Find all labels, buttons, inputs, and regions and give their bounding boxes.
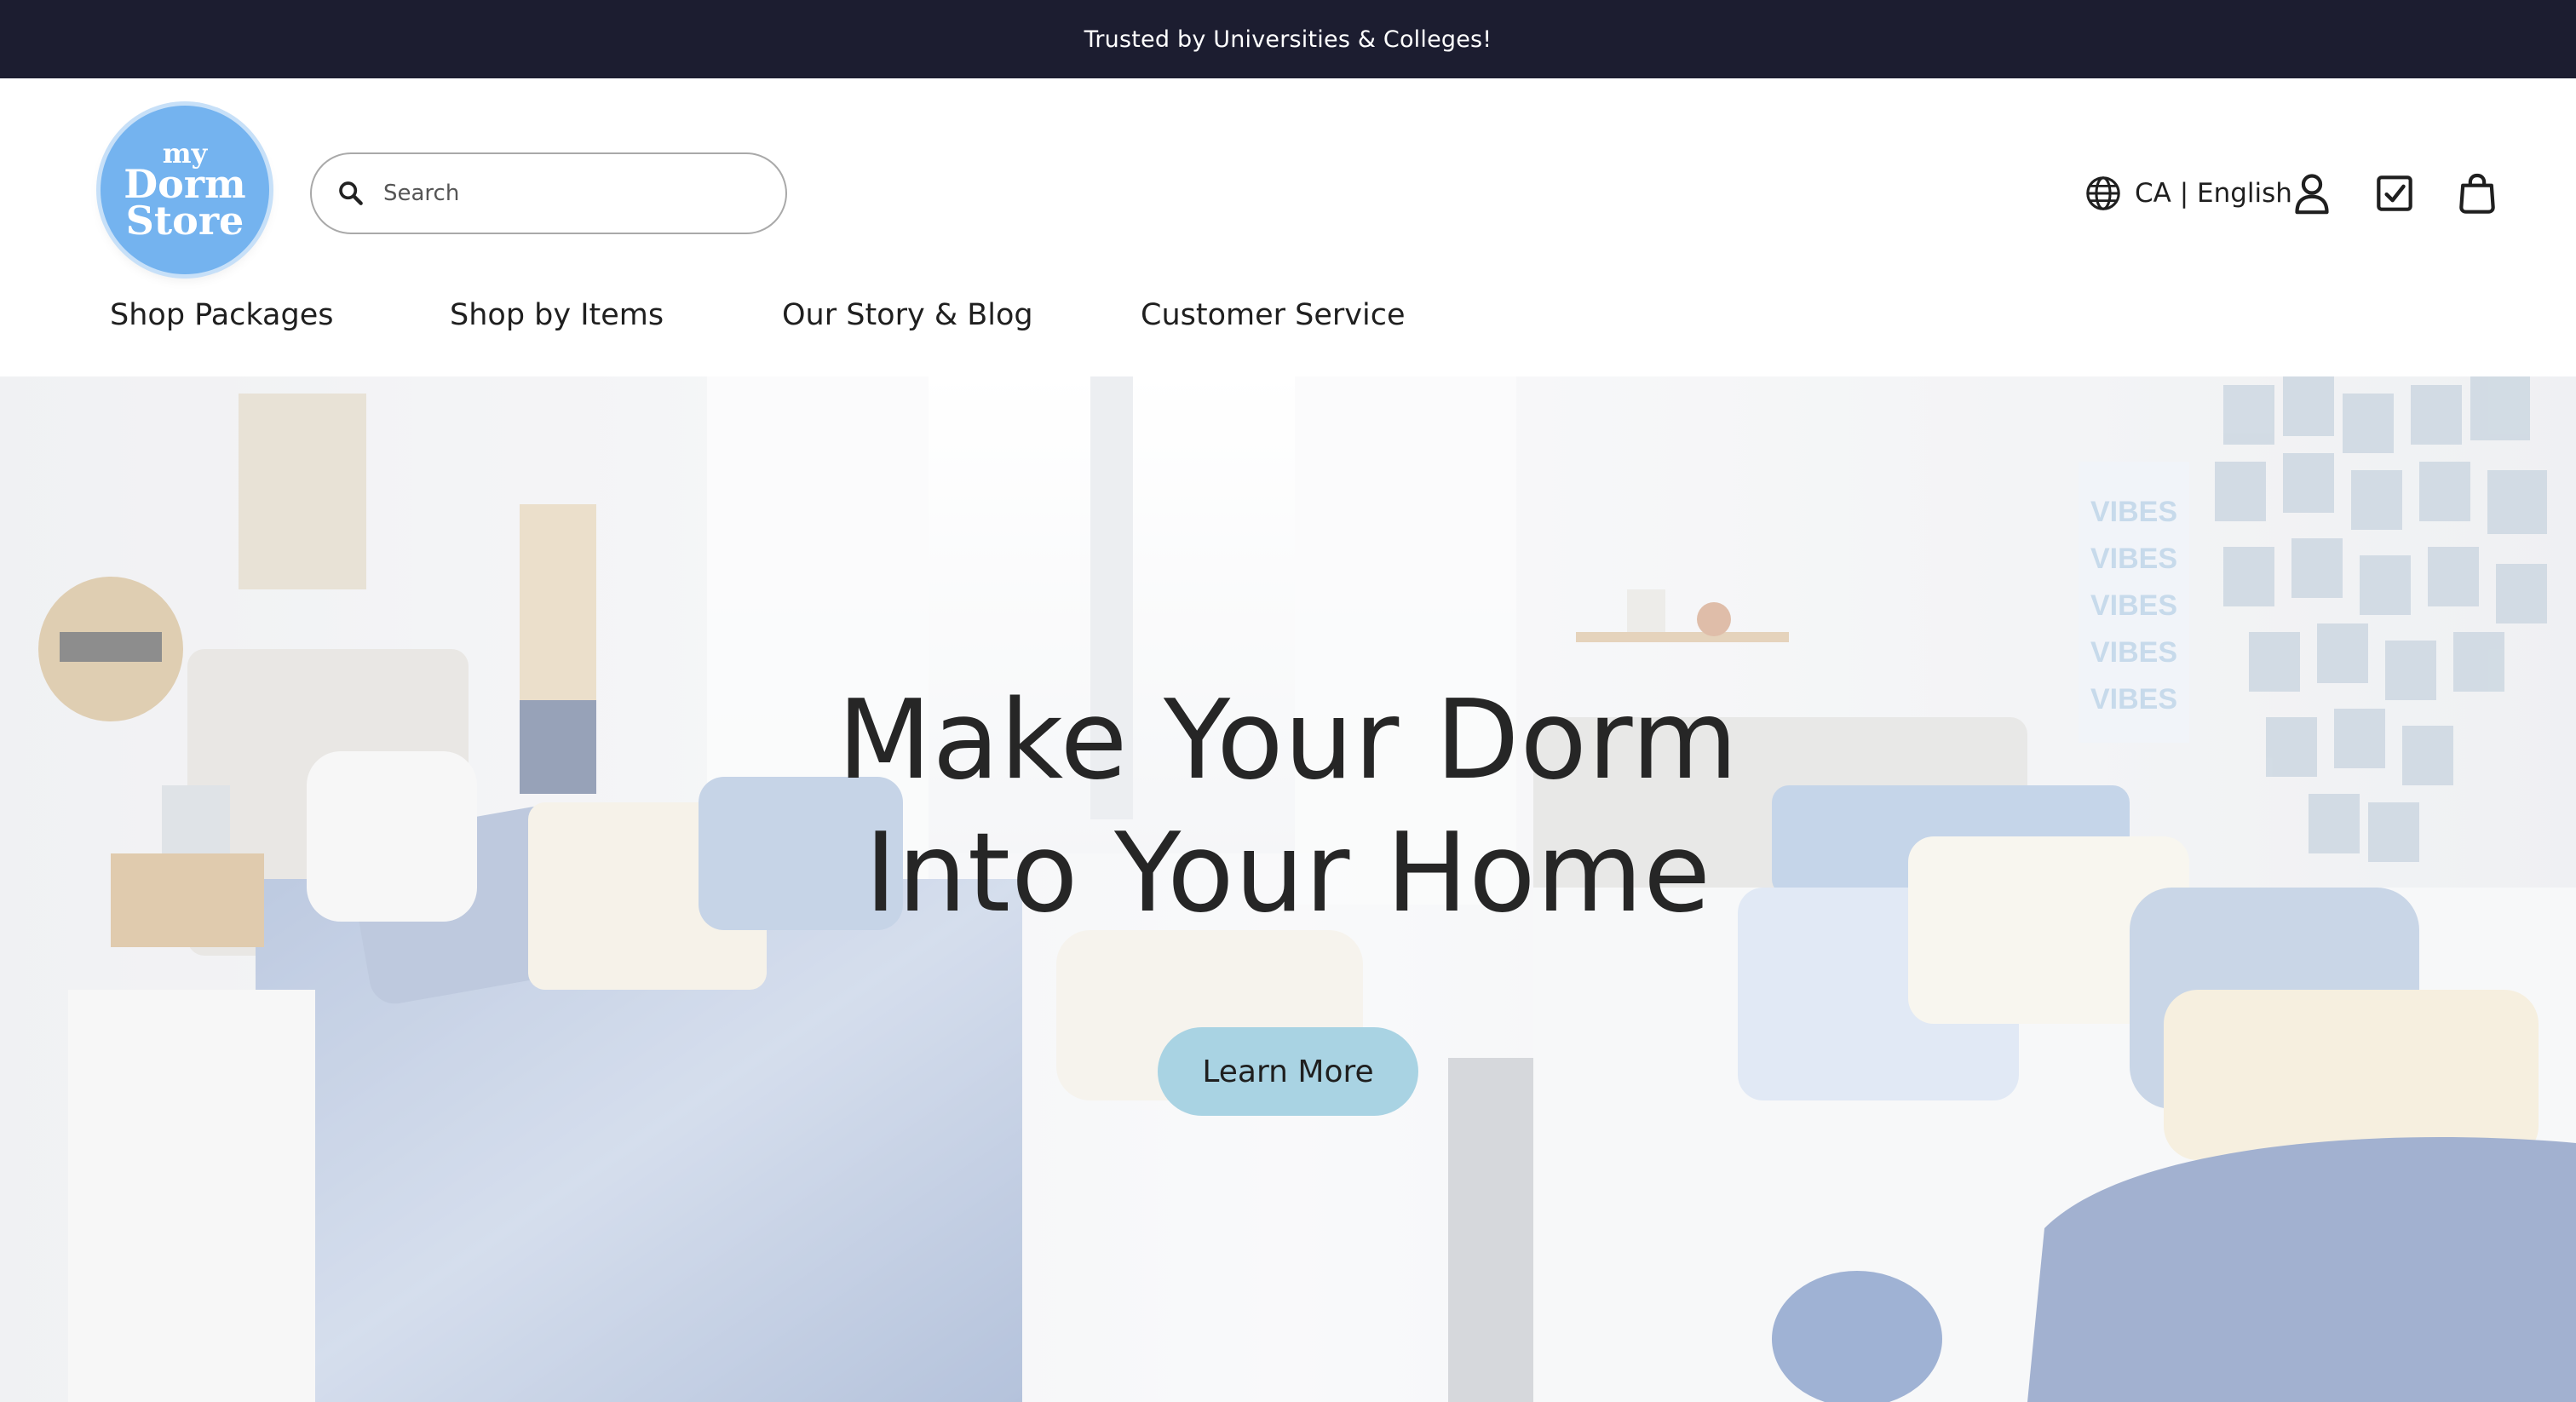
logo-line-3: Store	[125, 197, 244, 244]
announcement-text: Trusted by Universities & Colleges!	[1084, 26, 1492, 53]
locale-selector[interactable]: CA | English	[2084, 171, 2292, 215]
hero-headline-line-2: Into Your Home	[865, 810, 1711, 937]
shopping-bag-icon[interactable]	[2453, 170, 2501, 217]
checklist-icon[interactable]	[2371, 170, 2418, 217]
globe-icon	[2086, 176, 2120, 210]
learn-more-button[interactable]: Learn More	[1158, 1027, 1418, 1116]
search-input[interactable]	[383, 181, 750, 206]
hero-banner: VIBES VIBES VIBES VIBES VIBES Make Your …	[0, 376, 2576, 1402]
nav-item-our-story-blog[interactable]: Our Story & Blog	[782, 298, 1033, 332]
account-icon[interactable]	[2288, 170, 2336, 217]
nav-item-customer-service[interactable]: Customer Service	[1141, 298, 1406, 332]
nav-item-shop-packages[interactable]: Shop Packages	[110, 298, 333, 332]
nav-item-shop-by-items[interactable]: Shop by Items	[450, 298, 664, 332]
site-header: my Dorm Store CA | English	[0, 78, 2576, 376]
hero-headline-line-1: Make Your Dorm	[837, 677, 1739, 804]
announcement-bar: Trusted by Universities & Colleges!	[0, 0, 2576, 78]
hero-headline: Make Your Dorm Into Your Home	[692, 675, 1884, 940]
main-nav: Shop Packages Shop by Items Our Story & …	[0, 298, 2576, 349]
search-icon	[339, 181, 363, 205]
locale-label: CA | English	[2135, 178, 2292, 209]
search-box[interactable]	[310, 152, 787, 234]
logo[interactable]: my Dorm Store	[101, 106, 269, 274]
